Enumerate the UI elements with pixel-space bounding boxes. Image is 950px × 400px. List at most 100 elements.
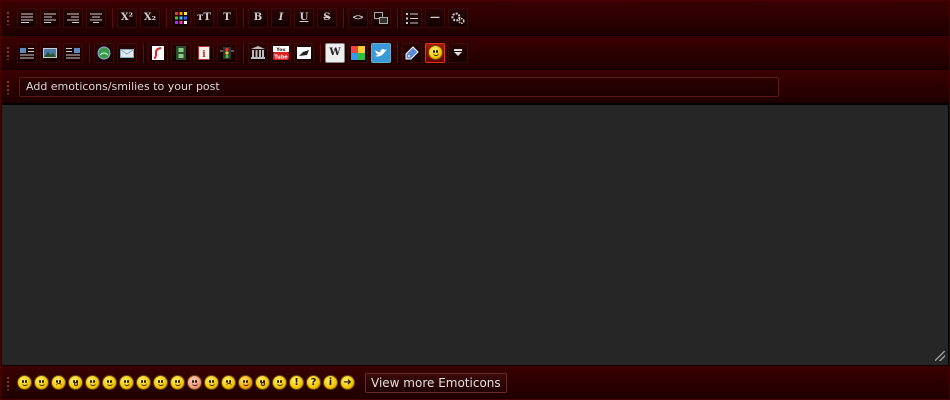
toolbar-row-2: i You Tube W [1,36,949,70]
toolbar-grip[interactable] [7,375,9,390]
align-justify-button[interactable] [17,8,37,28]
emoticon-blush-icon[interactable] [187,375,202,390]
toolbar-separator [243,42,244,63]
emoticon-grin-icon[interactable] [136,375,151,390]
tag-button[interactable] [402,42,422,63]
more-button[interactable] [448,42,468,63]
toolbar-grip[interactable] [7,11,9,25]
emoticon-smile-icon[interactable] [34,375,49,390]
align-left-icon [44,13,56,23]
emoticon-arrow-icon[interactable]: ➜ [340,375,355,390]
underline-button[interactable]: U [294,8,314,28]
traffic-button[interactable] [217,42,237,63]
font-size-button[interactable]: тT [194,8,214,28]
list-button[interactable] [402,8,422,28]
resize-handle-icon[interactable] [935,351,945,361]
toolbar-separator [166,8,167,28]
emoticon-evil-icon[interactable] [238,375,253,390]
emoticon-button[interactable] [425,42,445,63]
video-button[interactable] [171,42,191,63]
toolbar-separator [89,42,90,63]
info-icon: i [198,45,210,60]
align-center-button[interactable] [86,8,106,28]
image-right-button[interactable] [63,42,83,63]
color-grid-icon [175,12,187,24]
emoticon-crazy-icon[interactable] [85,375,100,390]
toolbar-separator [397,42,398,63]
museum-button[interactable] [248,42,268,63]
emoticon-biggrin-icon[interactable] [17,375,32,390]
image-right-icon [66,47,80,58]
gamepad-icon [297,46,311,59]
google-button[interactable] [348,42,368,63]
toolbar-separator [397,8,398,28]
emoticon-list: !? i ➜ [17,375,357,390]
emoticon-wink-icon[interactable] [272,375,287,390]
font-button[interactable]: T [217,8,237,28]
settings-button[interactable] [448,8,468,28]
svg-text:Tube: Tube [274,54,288,60]
traffic-light-icon [220,46,234,59]
flash-icon [152,45,164,60]
wikipedia-label: W [329,46,341,58]
quote-icon [374,12,388,24]
toolbar-separator [243,8,244,28]
list-icon [406,12,418,24]
toolbar-separator [343,8,344,28]
svg-text:i: i [202,50,206,60]
emoticon-frown-icon[interactable] [51,375,66,390]
strike-button[interactable]: S [317,8,337,28]
toolbar-row-3: Add emoticons/smilies to your post [1,70,949,104]
link-button[interactable] [94,42,114,63]
editor-content-area[interactable] [2,105,948,365]
emoticon-rolleyes-icon[interactable] [102,375,117,390]
align-center-icon [90,13,102,23]
info-button[interactable]: i [194,42,214,63]
email-button[interactable] [117,42,137,63]
wikipedia-button[interactable]: W [325,42,345,63]
twitter-button[interactable] [371,42,391,63]
editor: X² X₂ тT T B I U S <> — i You Tube W Add… [0,0,950,400]
superscript-button[interactable]: X² [117,8,137,28]
emoticon-question-icon[interactable]: ? [306,375,321,390]
view-more-emoticons-button[interactable]: View more Emoticons [365,372,507,393]
bold-button[interactable]: B [248,8,268,28]
smiley-icon [427,45,443,60]
emoticon-bar: !? i ➜ View more Emoticons [1,365,949,399]
image-left-icon [20,47,34,58]
align-right-button[interactable] [63,8,83,28]
mail-icon [120,48,134,58]
code-button[interactable]: <> [348,8,368,28]
image-left-button[interactable] [17,42,37,63]
chevron-down-icon [454,48,462,56]
italic-button[interactable]: I [271,8,291,28]
toolbar-grip[interactable] [7,79,9,94]
emoticon-mad-icon[interactable] [221,375,236,390]
quote-button[interactable] [371,8,391,28]
emoticon-exclaim-icon[interactable]: ! [289,375,304,390]
emoticon-eek-icon[interactable] [255,375,270,390]
emoticon-idea-icon[interactable]: i [323,375,338,390]
align-left-button[interactable] [40,8,60,28]
toolbar-grip[interactable] [7,45,9,60]
globe-link-icon [97,46,111,59]
toolbar-row-1: X² X₂ тT T B I U S <> — [1,1,949,36]
emoticon-laugh-icon[interactable] [170,375,185,390]
subscript-button[interactable]: X₂ [140,8,160,28]
flash-button[interactable] [148,42,168,63]
gamepad-button[interactable] [294,42,314,63]
emoticon-cool-icon[interactable] [119,375,134,390]
youtube-icon: YouTube [273,45,289,60]
toolbar-separator [320,42,321,63]
emoticon-tongue-icon[interactable] [153,375,168,390]
emoticon-surprised-icon[interactable] [68,375,83,390]
google-icon [351,45,365,60]
emoticon-confused-icon[interactable] [204,375,219,390]
youtube-button[interactable]: You Tube [271,42,291,63]
toolbar-separator [143,42,144,63]
image-button[interactable] [40,42,60,63]
twitter-bird-icon [375,48,387,57]
film-icon [176,45,186,60]
color-button[interactable] [171,8,191,28]
hr-button[interactable]: — [425,8,445,28]
